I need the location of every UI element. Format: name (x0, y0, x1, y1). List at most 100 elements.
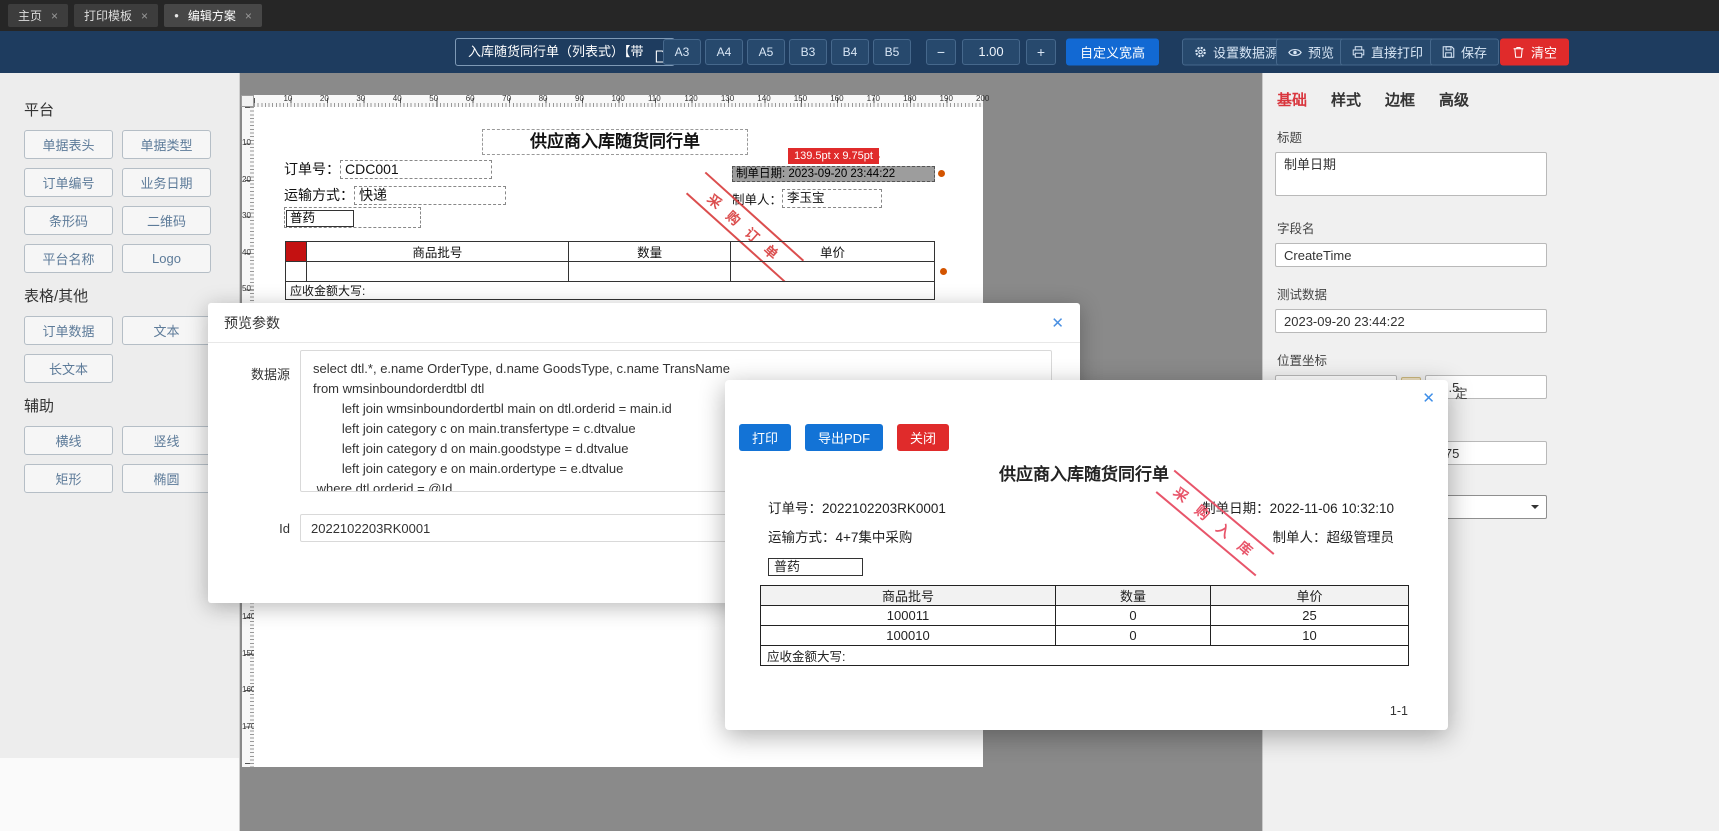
preview-button[interactable]: 预览 (1276, 38, 1347, 66)
preview-table-row: 100010 0 10 (760, 625, 1409, 646)
paper-size-b3[interactable]: B3 (789, 39, 827, 65)
tab[interactable]: 打印模板 × (74, 4, 159, 27)
paper-size-a4[interactable]: A4 (705, 39, 743, 65)
paper-size-b4[interactable]: B4 (831, 39, 869, 65)
ruler-number: 50 (242, 284, 251, 294)
preview-transport: 运输方式：4+7集中采购 (768, 530, 913, 545)
direct-print-label: 直接打印 (1371, 45, 1424, 61)
gear-icon (1194, 46, 1207, 59)
clear-button[interactable]: 清空 (1500, 38, 1570, 66)
zoom-in-button[interactable]: + (1026, 39, 1056, 65)
export-pdf-button[interactable]: 导出PDF (805, 424, 884, 451)
palette-item-button[interactable]: 订单数据 (24, 316, 113, 345)
preview-table: 商品批号 数量 单价 100011 0 25 100010 0 10 应收金额大写: (760, 585, 1409, 666)
palette-item-button[interactable]: 平台名称 (24, 244, 113, 273)
horizontal-ruler: 10 20 30 40 50 60 70 80 90 100 110 120 130 140 150 160 1… (254, 94, 989, 107)
ruler-number: 190 (939, 94, 953, 103)
transport-element[interactable]: 运输方式： 快递 (284, 185, 506, 205)
palette-item-button[interactable]: 椭圆 (122, 464, 211, 493)
palette-item-button[interactable]: 单据表头 (24, 130, 113, 159)
preview-drug-type: 普药 (768, 558, 863, 576)
page-number: 1-1 (1389, 704, 1408, 718)
test-data-input[interactable] (1275, 309, 1547, 333)
ruler-number: 200 (976, 94, 990, 103)
zoom-group: − 1.00 + (926, 39, 1056, 65)
size-tooltip: 139.5pt x 9.75pt (788, 148, 880, 164)
palette-item-button[interactable]: 条形码 (24, 206, 113, 235)
ruler-number: 170 (866, 94, 880, 103)
palette-item-button[interactable]: Logo (122, 244, 211, 273)
creator-element[interactable]: 制单人： 李玉宝 (732, 189, 883, 208)
doc-title-element[interactable]: 供应商入库随货同行单 (482, 129, 748, 155)
datasource-label: 数据源 (250, 367, 290, 382)
tab-close-icon[interactable]: × (51, 10, 58, 22)
ruler-number: 100 (611, 94, 625, 103)
tab-strip: 主页 × 打印模板 × ● 编辑方案 × (8, 4, 262, 27)
ruler-number: 90 (575, 94, 584, 103)
row-handle-icon[interactable] (940, 268, 947, 275)
ruler-number: 20 (319, 94, 329, 103)
red-marker-cell[interactable] (285, 241, 307, 262)
canvas-order-table[interactable]: 商品批号 数量 单价 应收金额大写: (285, 241, 935, 300)
preview-table-footer-row: 应收金额大写: (760, 645, 1409, 666)
transport-value[interactable]: 快递 (354, 185, 506, 205)
preview-doc-title: 供应商入库随货同行单 (999, 465, 1169, 484)
create-date-element[interactable]: 制单日期: 2023-09-20 23:44:22 (732, 166, 935, 182)
palette-item-button[interactable]: 长文本 (24, 354, 113, 383)
ruler-number: 20 (242, 174, 251, 184)
props-tab-style[interactable]: 样式 (1331, 89, 1361, 110)
tab-close-icon[interactable]: × (245, 10, 252, 22)
palette-item-button[interactable]: 二维码 (122, 206, 211, 235)
paper-size-b5[interactable]: B5 (873, 39, 911, 65)
direct-print-button[interactable]: 直接打印 (1340, 38, 1436, 66)
zoom-value[interactable]: 1.00 (962, 39, 1020, 65)
creator-value[interactable]: 李玉宝 (782, 189, 883, 208)
palette-item-button[interactable]: 矩形 (24, 464, 113, 493)
set-datasource-button[interactable]: 设置数据源 (1182, 38, 1291, 66)
paper-size-a5[interactable]: A5 (747, 39, 785, 65)
palette-item-button[interactable]: 文本 (122, 316, 211, 345)
toolbar: 入库随货同行单（列表式）【带 A3 A4 A5 B3 B4 B5 − 1.00 + 自定义… (0, 31, 1719, 73)
template-name-box[interactable]: 入库随货同行单（列表式）【带 (455, 38, 675, 66)
canvas-table-header-row: 商品批号 数量 单价 (285, 241, 935, 262)
props-tab-border[interactable]: 边框 (1385, 89, 1415, 110)
preview-table-cell: 25 (1210, 605, 1409, 626)
close-preview-button[interactable]: 关闭 (897, 424, 950, 451)
preview-table-header: 商品批号 (760, 585, 1056, 606)
order-no-value[interactable]: CDC001 (340, 159, 492, 179)
tab[interactable]: ● 编辑方案 × (164, 4, 262, 27)
sidebar-sections: 平台 单据表头 单据类型 订单编号 业务日期 条形码 二维码 平台名称 Logo 表格/其他 订单数… (24, 99, 215, 493)
order-no-element[interactable]: 订单号： CDC001 (284, 159, 492, 179)
drug-type-element[interactable]: 普药 (284, 207, 421, 228)
close-icon[interactable]: ✕ (1422, 389, 1435, 407)
ruler-number: 110 (647, 94, 661, 103)
ruler-number: 120 (684, 94, 698, 103)
field-name-input[interactable] (1275, 243, 1547, 267)
tab[interactable]: 主页 × (8, 4, 69, 27)
custom-size-button[interactable]: 自定义宽高 (1066, 38, 1160, 66)
palette-item-button[interactable]: 单据类型 (122, 130, 211, 159)
print-button[interactable]: 打印 (739, 424, 792, 451)
save-button[interactable]: 保存 (1430, 38, 1500, 66)
preview-create-date: 制单日期：2022-11-06 10:32:10 (1202, 501, 1394, 516)
close-icon[interactable]: ✕ (1051, 314, 1064, 332)
palette-item-button[interactable]: 业务日期 (122, 168, 211, 197)
props-tab-advanced[interactable]: 高级 (1439, 89, 1469, 110)
selection-handle-icon[interactable] (938, 170, 945, 177)
props-tab-basic[interactable]: 基础 (1277, 89, 1307, 110)
palette-item-button[interactable]: 横线 (24, 426, 113, 455)
palette-item-button[interactable]: 订单编号 (24, 168, 113, 197)
title-field-input[interactable]: 制单日期 (1275, 152, 1547, 196)
save-icon (1442, 46, 1455, 59)
preview-table-cell: 10 (1210, 625, 1409, 646)
canvas-table-header: 商品批号 (305, 241, 570, 262)
order-no-label: 订单号： (284, 161, 340, 177)
palette-item-button[interactable]: 竖线 (122, 426, 211, 455)
printer-icon (1352, 46, 1365, 59)
zoom-out-button[interactable]: − (926, 39, 956, 65)
id-label: Id (279, 520, 290, 536)
paper-size-a3[interactable]: A3 (663, 39, 701, 65)
ruler-number: 30 (356, 94, 366, 103)
ruler-number: 60 (465, 94, 475, 103)
tab-close-icon[interactable]: × (141, 10, 148, 22)
